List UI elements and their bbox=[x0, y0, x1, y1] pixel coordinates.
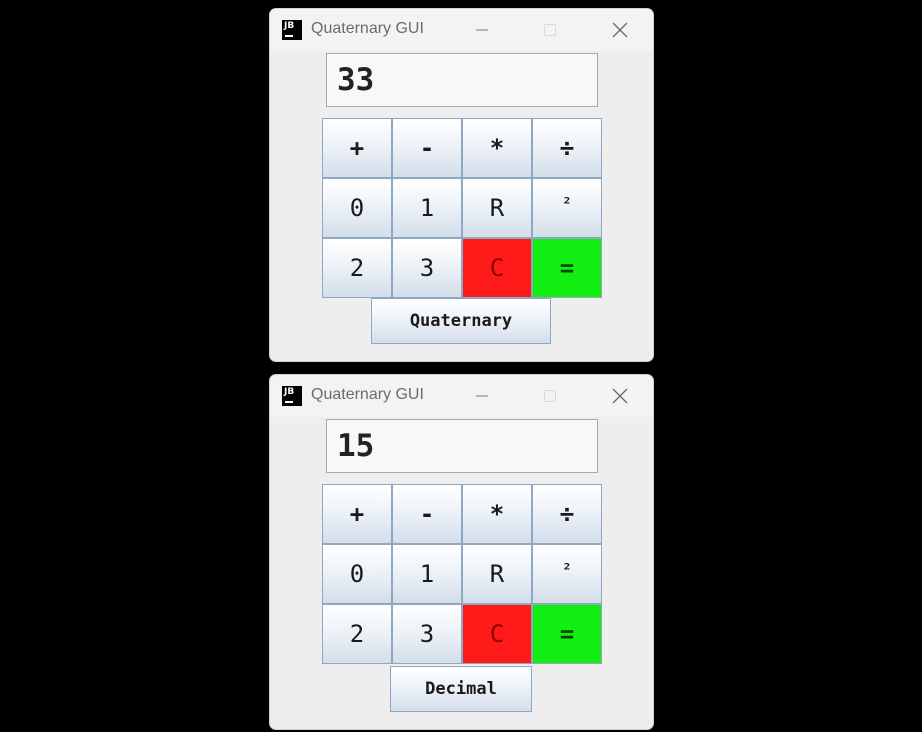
close-icon bbox=[612, 388, 628, 404]
calculator-window-decimal: JB Quaternary GUI 15 + - * ÷ 0 1 R ² 2 3… bbox=[269, 374, 654, 730]
close-icon bbox=[612, 22, 628, 38]
plus-button[interactable]: + bbox=[322, 118, 392, 178]
plus-button[interactable]: + bbox=[322, 484, 392, 544]
calculator-window-quaternary: JB Quaternary GUI 33 + - * ÷ 0 1 R ² 2 3… bbox=[269, 8, 654, 362]
minimize-button[interactable] bbox=[459, 381, 505, 411]
app-icon-text: JB bbox=[284, 387, 295, 397]
minimize-icon bbox=[476, 29, 488, 31]
maximize-button[interactable] bbox=[527, 381, 573, 411]
keypad: + - * ÷ 0 1 R ² 2 3 C = bbox=[322, 484, 602, 664]
minus-button[interactable]: - bbox=[392, 484, 462, 544]
display-field[interactable]: 15 bbox=[326, 419, 598, 473]
multiply-button[interactable]: * bbox=[462, 484, 532, 544]
jetbrains-icon: JB bbox=[282, 386, 302, 406]
maximize-icon bbox=[544, 390, 556, 402]
close-button[interactable] bbox=[597, 15, 643, 45]
digit-1-button[interactable]: 1 bbox=[392, 178, 462, 238]
clear-button[interactable]: C bbox=[462, 238, 532, 298]
maximize-icon bbox=[544, 24, 556, 36]
digit-1-button[interactable]: 1 bbox=[392, 544, 462, 604]
maximize-button[interactable] bbox=[527, 15, 573, 45]
jetbrains-icon: JB bbox=[282, 20, 302, 40]
title-bar[interactable]: JB Quaternary GUI bbox=[270, 375, 653, 417]
equals-button[interactable]: = bbox=[532, 238, 602, 298]
digit-0-button[interactable]: 0 bbox=[322, 178, 392, 238]
divide-button[interactable]: ÷ bbox=[532, 118, 602, 178]
close-button[interactable] bbox=[597, 381, 643, 411]
digit-2-button[interactable]: 2 bbox=[322, 604, 392, 664]
digit-3-button[interactable]: 3 bbox=[392, 238, 462, 298]
minimize-icon bbox=[476, 395, 488, 397]
root-button[interactable]: R bbox=[462, 178, 532, 238]
display-field[interactable]: 33 bbox=[326, 53, 598, 107]
digit-0-button[interactable]: 0 bbox=[322, 544, 392, 604]
root-button[interactable]: R bbox=[462, 544, 532, 604]
keypad: + - * ÷ 0 1 R ² 2 3 C = bbox=[322, 118, 602, 298]
digit-3-button[interactable]: 3 bbox=[392, 604, 462, 664]
square-button[interactable]: ² bbox=[532, 178, 602, 238]
multiply-button[interactable]: * bbox=[462, 118, 532, 178]
mode-toggle-button[interactable]: Quaternary bbox=[371, 298, 551, 344]
mode-toggle-button[interactable]: Decimal bbox=[390, 666, 532, 712]
divide-button[interactable]: ÷ bbox=[532, 484, 602, 544]
clear-button[interactable]: C bbox=[462, 604, 532, 664]
window-title: Quaternary GUI bbox=[311, 386, 424, 403]
minus-button[interactable]: - bbox=[392, 118, 462, 178]
title-bar[interactable]: JB Quaternary GUI bbox=[270, 9, 653, 51]
window-title: Quaternary GUI bbox=[311, 20, 424, 37]
square-button[interactable]: ² bbox=[532, 544, 602, 604]
digit-2-button[interactable]: 2 bbox=[322, 238, 392, 298]
minimize-button[interactable] bbox=[459, 15, 505, 45]
app-icon-text: JB bbox=[284, 21, 295, 31]
equals-button[interactable]: = bbox=[532, 604, 602, 664]
